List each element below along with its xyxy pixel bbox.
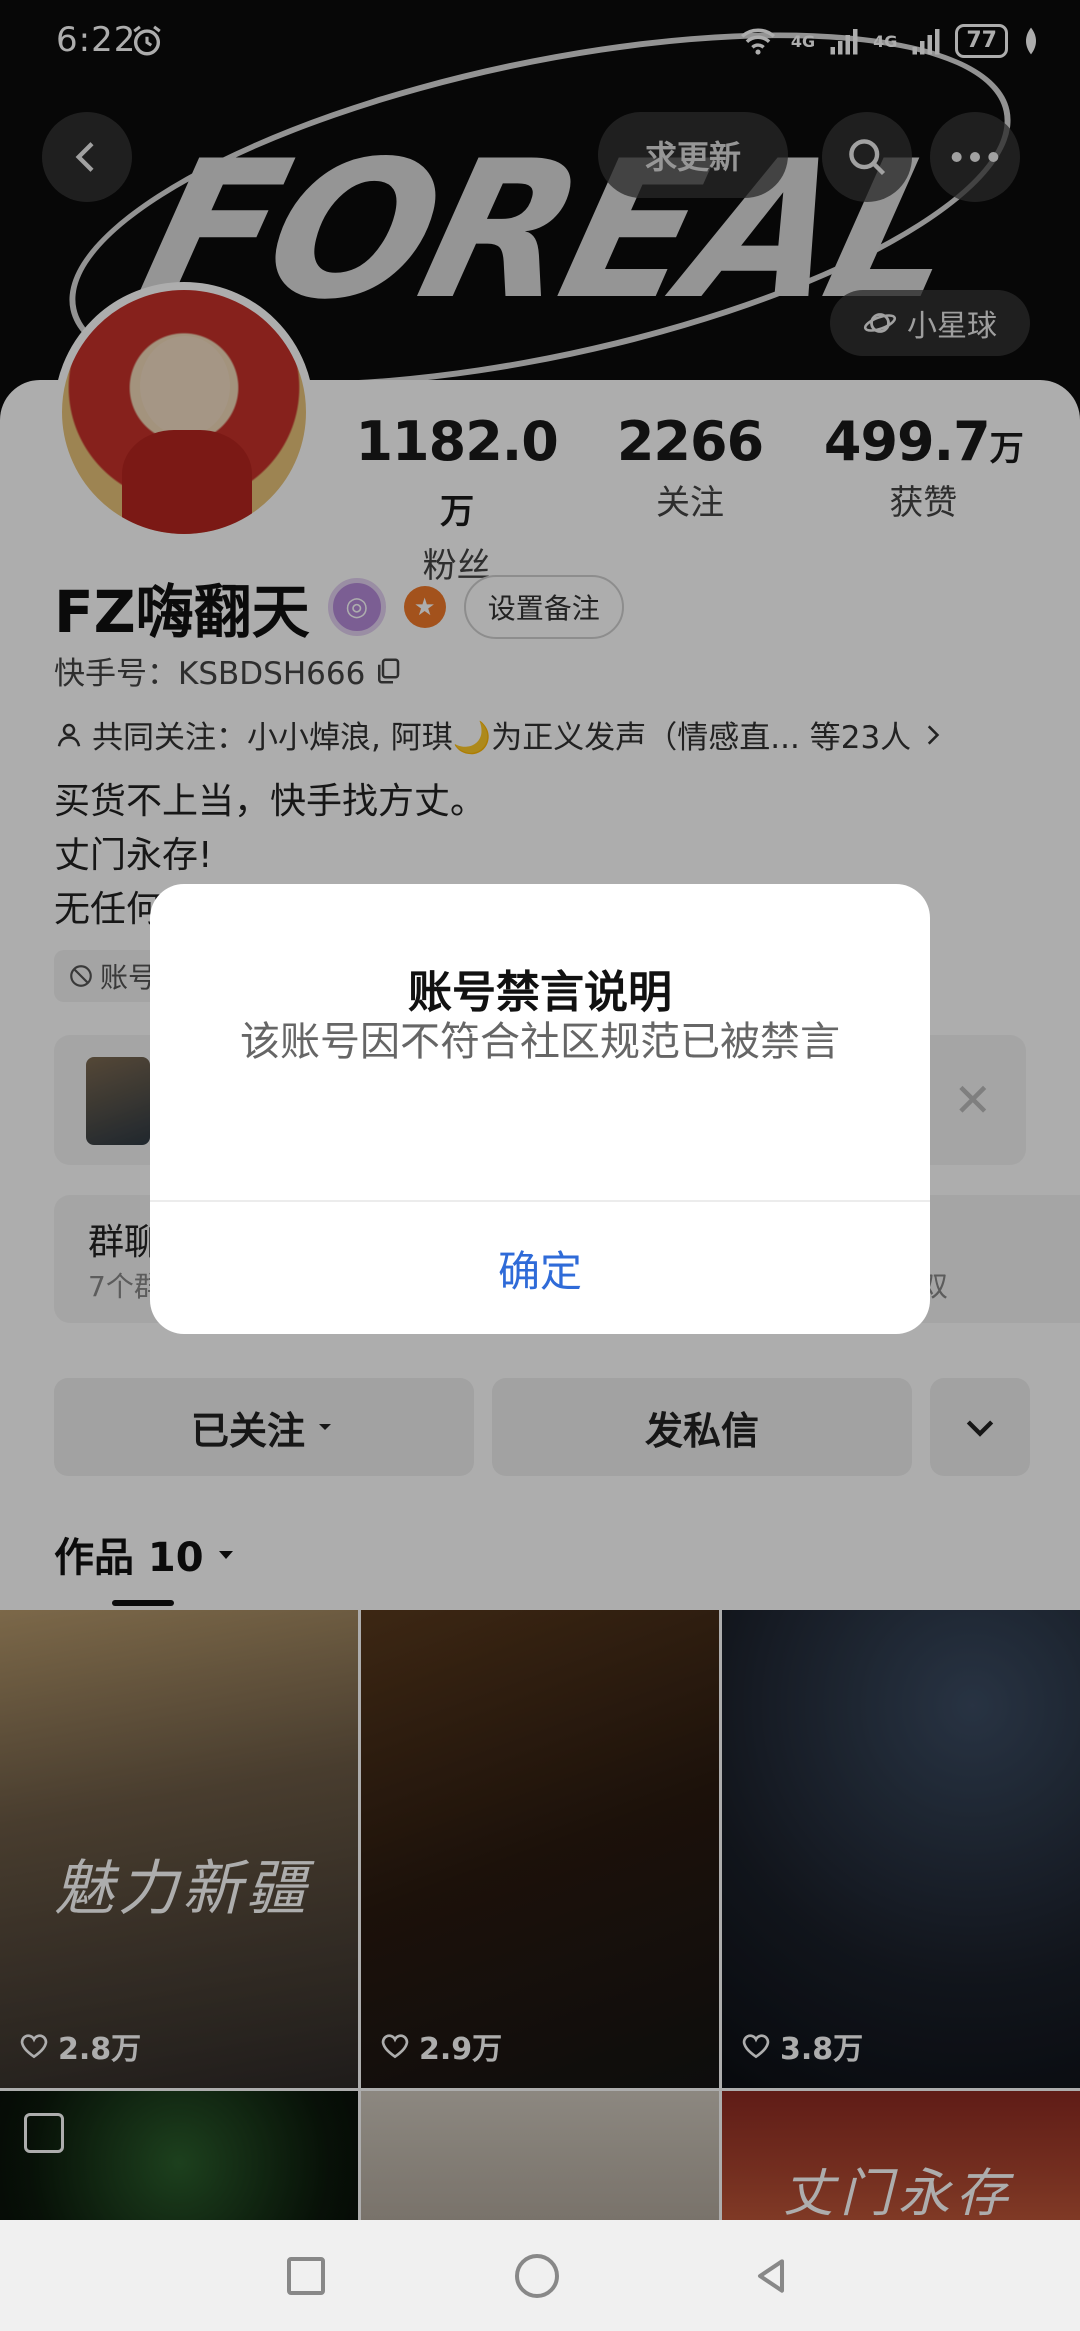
system-nav-bar bbox=[0, 2220, 1080, 2331]
dialog-message: 该账号因不符合社区规范已被禁言 bbox=[240, 1019, 840, 1065]
dialog-title: 账号禁言说明 bbox=[408, 967, 672, 1018]
confirm-button[interactable]: 确定 bbox=[150, 1202, 930, 1334]
back-triangle-icon[interactable] bbox=[749, 2254, 793, 2298]
profile-screen: FOREAL 6:22 4G 4G 77 求更新 小星球 1182.0万 粉丝 … bbox=[0, 0, 1080, 2331]
recent-apps-button[interactable] bbox=[287, 2256, 325, 2295]
home-button[interactable] bbox=[515, 2253, 559, 2298]
mute-notice-dialog: 账号禁言说明 该账号因不符合社区规范已被禁言 确定 bbox=[150, 884, 930, 1334]
